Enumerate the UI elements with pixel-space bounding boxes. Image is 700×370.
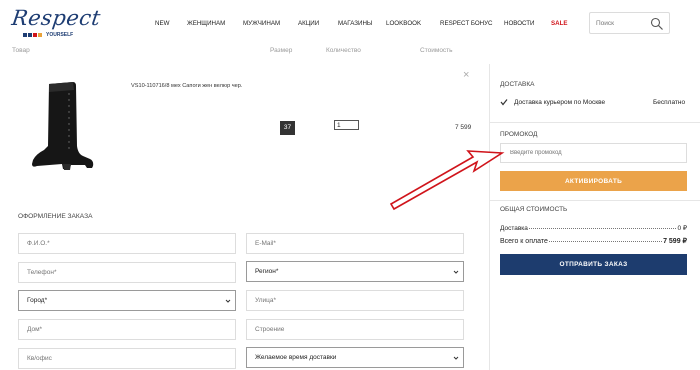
- nav-item-sale[interactable]: SALE: [551, 20, 568, 27]
- nav-item-news[interactable]: НОВОСТИ: [504, 20, 535, 27]
- remove-item-icon[interactable]: ×: [463, 70, 469, 81]
- nav-item-respect-bonus[interactable]: RESPECT БОНУС: [440, 20, 493, 27]
- search-icon[interactable]: [650, 17, 664, 31]
- phone-field[interactable]: [18, 262, 236, 283]
- product-title[interactable]: VS10-110716/8 мех Сапоги жен велюр чер.: [131, 83, 242, 89]
- total-value: 7 599 ₽: [663, 238, 687, 245]
- house-field[interactable]: [18, 319, 236, 340]
- apartment-field[interactable]: [18, 348, 236, 369]
- nav-item-lookbook[interactable]: LOOKBOOK: [386, 20, 421, 27]
- product-image[interactable]: [27, 80, 102, 174]
- nav-item-promotions[interactable]: АКЦИИ: [298, 20, 319, 27]
- delivery-time-select-value: Желаемое время доставки: [255, 354, 337, 361]
- region-select[interactable]: Регион*: [246, 261, 464, 282]
- name-field[interactable]: [18, 233, 236, 254]
- street-field[interactable]: [246, 290, 464, 311]
- size-badge: 37: [280, 121, 295, 135]
- total-section-title: ОБЩАЯ СТОИМОСТЬ: [500, 206, 568, 213]
- logo-color-dots: [23, 33, 42, 37]
- total-row: Всего к оплате 7 599 ₽: [500, 237, 687, 245]
- nav-item-women[interactable]: ЖЕНЩИНАМ: [187, 20, 225, 27]
- delivery-option-label[interactable]: Доставка курьером по Москве: [514, 99, 605, 106]
- delivery-section-title: ДОСТАВКА: [500, 81, 535, 88]
- email-field[interactable]: [246, 233, 464, 254]
- delivery-time-select[interactable]: Желаемое время доставки: [246, 347, 464, 368]
- nav-item-men[interactable]: МУЖЧИНАМ: [243, 20, 280, 27]
- quantity-input[interactable]: [334, 120, 359, 130]
- column-header-price: Стоимость: [420, 47, 453, 54]
- activate-promo-button[interactable]: АКТИВИРОВАТЬ: [500, 171, 687, 191]
- nav-item-stores[interactable]: МАГАЗИНЫ: [338, 20, 372, 27]
- chevron-down-icon: [453, 356, 459, 360]
- column-header-quantity: Количество: [326, 47, 361, 54]
- city-select[interactable]: Город*: [18, 290, 236, 311]
- divider: [489, 200, 700, 201]
- delivery-option-price: Бесплатно: [653, 99, 686, 106]
- logo-wordmark: Respect: [10, 6, 103, 30]
- total-label: Всего к оплате: [500, 238, 548, 245]
- chevron-down-icon: [453, 270, 459, 274]
- column-header-product: Товар: [12, 47, 30, 54]
- delivery-cost-row: Доставка 0 ₽: [500, 224, 687, 232]
- dotted-leader: [548, 241, 663, 242]
- brand-logo[interactable]: Respect YOURSELF: [10, 6, 102, 40]
- building-field[interactable]: [246, 319, 464, 340]
- search-input[interactable]: [596, 18, 651, 29]
- order-summary-panel: [489, 64, 700, 370]
- delivery-cost-value: 0 ₽: [677, 225, 687, 232]
- submit-order-button[interactable]: ОТПРАВИТЬ ЗАКАЗ: [500, 254, 687, 275]
- chevron-down-icon: [225, 299, 231, 303]
- checkmark-icon[interactable]: [500, 98, 508, 106]
- promo-section-title: ПРОМОКОД: [500, 131, 538, 138]
- logo-subtitle: YOURSELF: [46, 32, 74, 38]
- nav-item-new[interactable]: NEW: [155, 20, 169, 27]
- order-form-title: ОФОРМЛЕНИЕ ЗАКАЗА: [18, 213, 93, 220]
- divider: [489, 122, 700, 123]
- delivery-cost-label: Доставка: [500, 225, 528, 232]
- promo-code-input[interactable]: [500, 143, 687, 163]
- column-header-size: Размер: [270, 47, 293, 54]
- region-select-value: Регион*: [255, 268, 279, 275]
- annotation-arrow-icon: [390, 150, 505, 211]
- dotted-leader: [528, 228, 677, 229]
- city-select-value: Город*: [27, 297, 48, 304]
- search-box: [589, 12, 670, 34]
- item-price: 7 599: [455, 124, 472, 131]
